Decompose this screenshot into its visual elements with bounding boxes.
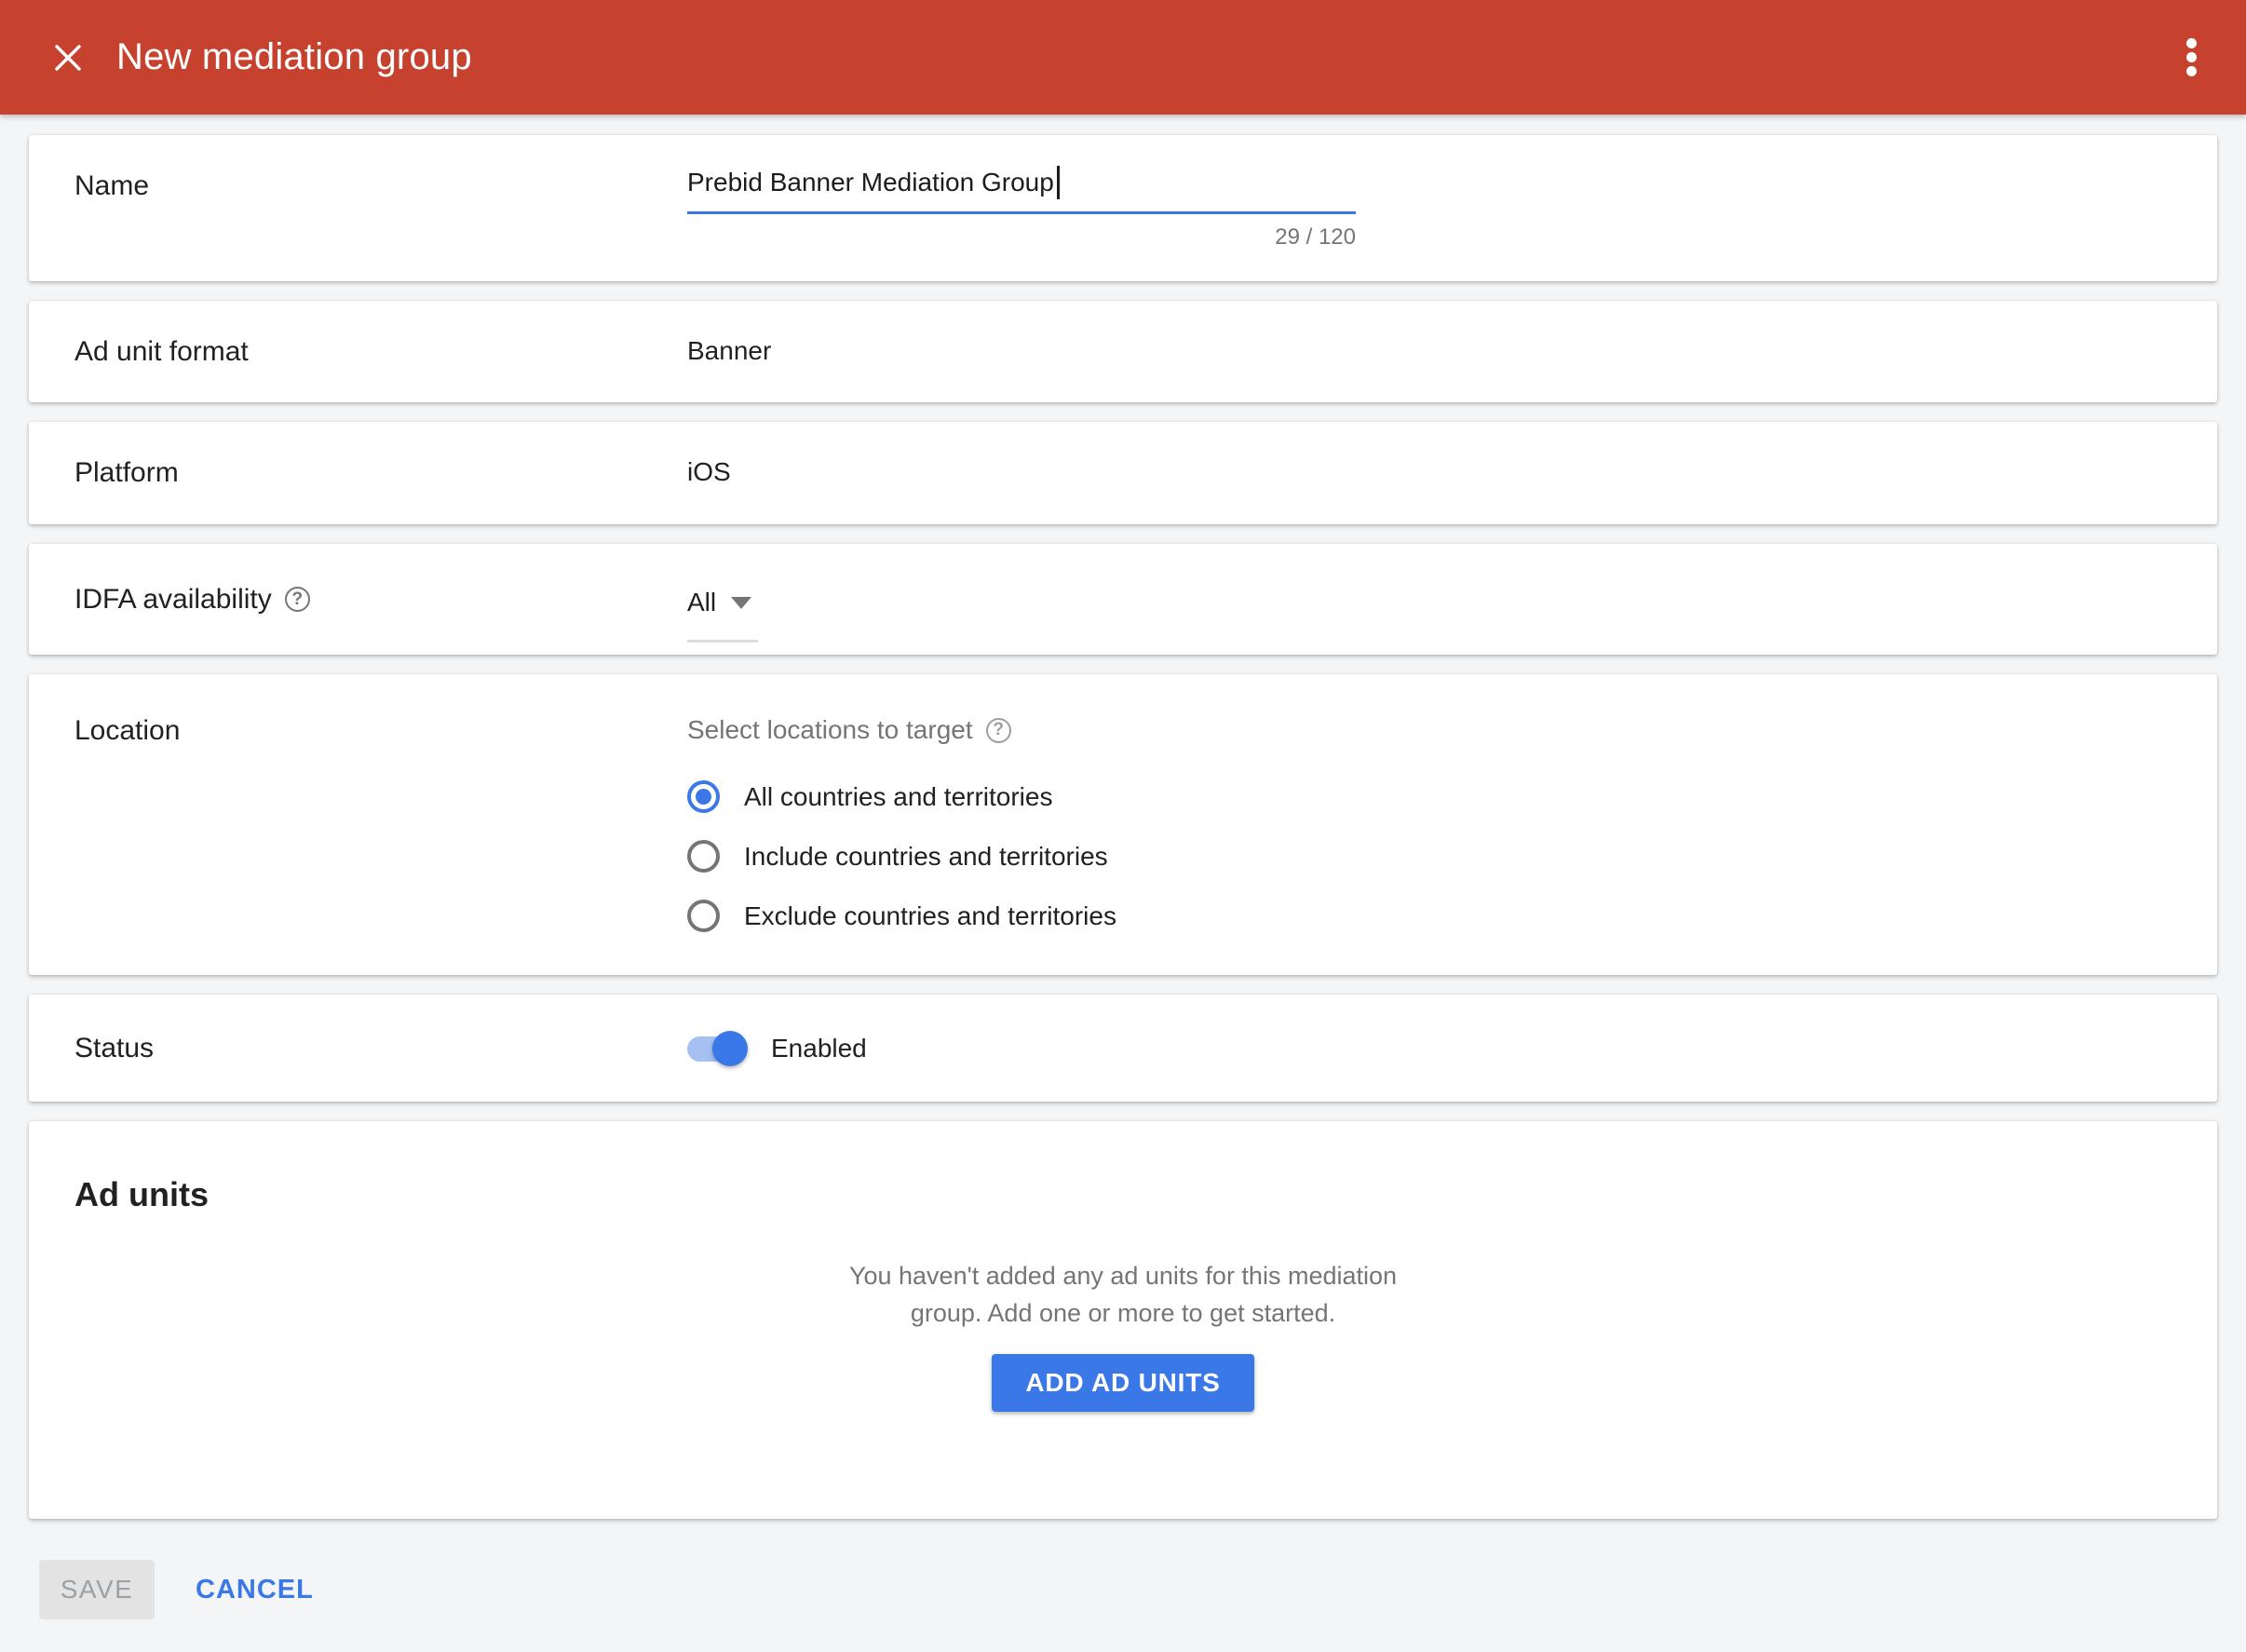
radio-exclude-countries[interactable]: Exclude countries and territories <box>687 900 1116 932</box>
form-page: Name Prebid Banner Mediation Group 29 / … <box>0 115 2246 1619</box>
idfa-help-icon[interactable]: ? <box>285 587 310 612</box>
location-radio-group: All countries and territories Include co… <box>687 780 1116 932</box>
idfa-label: IDFA availability <box>74 584 272 616</box>
platform-label: Platform <box>74 457 687 489</box>
platform-value: iOS <box>687 457 731 489</box>
radio-icon <box>687 780 720 813</box>
ad-unit-format-value: Banner <box>687 336 771 368</box>
status-card: Status Enabled <box>29 995 2217 1102</box>
location-help-icon[interactable]: ? <box>986 718 1011 743</box>
add-ad-units-button[interactable]: ADD AD UNITS <box>992 1354 1253 1412</box>
page-title: New mediation group <box>116 36 472 78</box>
name-input-value: Prebid Banner Mediation Group <box>687 168 1054 197</box>
status-value: Enabled <box>771 1034 867 1063</box>
name-card: Name Prebid Banner Mediation Group 29 / … <box>29 135 2217 281</box>
ad-units-empty-text: You haven't added any ad units for this … <box>834 1257 1412 1332</box>
kebab-menu-icon[interactable] <box>2172 34 2210 82</box>
radio-icon <box>687 900 720 932</box>
location-card: Location Select locations to target ? Al… <box>29 674 2217 975</box>
ad-unit-format-label: Ad unit format <box>74 336 687 368</box>
footer-actions: SAVE CANCEL <box>39 1560 2217 1619</box>
cancel-button[interactable]: CANCEL <box>196 1575 314 1605</box>
ad-unit-format-card: Ad unit format Banner <box>29 301 2217 402</box>
idfa-card: IDFA availability ? All <box>29 544 2217 655</box>
radio-all-countries[interactable]: All countries and territories <box>687 780 1116 813</box>
close-icon <box>54 44 82 72</box>
name-input[interactable]: Prebid Banner Mediation Group <box>687 166 1356 214</box>
idfa-selected-value: All <box>687 588 716 617</box>
idfa-select[interactable]: All <box>687 588 758 643</box>
close-button[interactable] <box>49 39 87 76</box>
select-underline <box>687 640 758 643</box>
location-label: Location <box>74 715 687 959</box>
save-button[interactable]: SAVE <box>39 1560 155 1619</box>
char-counter: 29 / 120 <box>687 224 1356 251</box>
toggle-knob <box>712 1031 748 1066</box>
ad-units-heading: Ad units <box>74 1175 2217 1214</box>
dropdown-arrow-icon <box>731 597 751 609</box>
status-label: Status <box>74 1033 687 1064</box>
app-bar: New mediation group <box>0 0 2246 115</box>
ad-units-card: Ad units You haven't added any ad units … <box>29 1121 2217 1519</box>
name-label: Name <box>74 166 687 251</box>
radio-include-countries[interactable]: Include countries and territories <box>687 840 1116 873</box>
status-toggle[interactable] <box>687 1030 749 1067</box>
platform-card: Platform iOS <box>29 422 2217 524</box>
location-prompt: Select locations to target <box>687 715 973 745</box>
radio-icon <box>687 840 720 873</box>
text-caret <box>1057 166 1060 199</box>
